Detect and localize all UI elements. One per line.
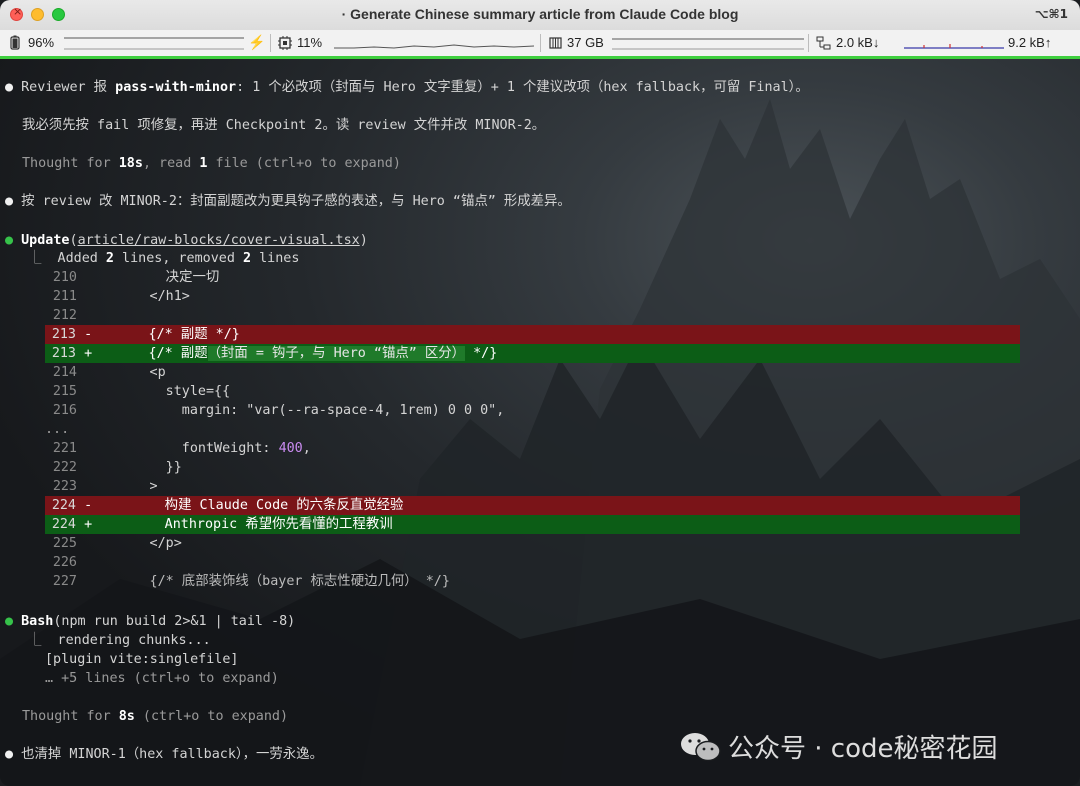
file-path-link[interactable]: article/raw-blocks/cover-visual.tsx <box>78 233 360 248</box>
diff-line-211: 211 </h1> <box>52 289 190 304</box>
update-tool-line[interactable]: ● Update(article/raw-blocks/cover-visual… <box>5 231 368 250</box>
diff-line-222: 222 }} <box>52 460 182 475</box>
window-title: · Generate Chinese summary article from … <box>341 6 739 22</box>
diff-line-212: 212 <box>52 308 77 323</box>
bash-tool-line[interactable]: ● Bash(npm run build 2>&1 | tail -8) <box>5 612 295 631</box>
network-graph <box>904 44 1004 49</box>
diff-summary-line: ⎿ Added 2 lines, removed 2 lines <box>28 251 300 266</box>
final-action-line: ● 也清掉 MINOR-1（hex fallback），一劳永逸。 <box>5 747 323 762</box>
watermark-text: 公众号 · code秘密花园 <box>728 734 998 764</box>
memory-stat: 37 GB <box>549 35 604 50</box>
title-bar: · Generate Chinese summary article from … <box>0 0 1080 31</box>
network-down-value: 2.0 kB↓ <box>836 35 880 50</box>
network-icon <box>816 36 831 49</box>
network-up-value: 9.2 kB↑ <box>1008 35 1052 50</box>
terminal-window: · Generate Chinese summary article from … <box>0 0 1080 786</box>
battery-graph <box>64 37 244 50</box>
cpu-graph <box>334 44 534 49</box>
diff-line-214: 214 <p <box>52 365 166 380</box>
cpu-stat: 11% <box>278 35 322 50</box>
bash-output-line-2: [plugin vite:singlefile] <box>45 652 239 667</box>
thought-line-1[interactable]: Thought for 18s, read 1 file (ctrl+o to … <box>22 154 401 173</box>
network-stat: 2.0 kB↓ <box>816 35 879 50</box>
battery-icon <box>10 35 20 50</box>
plan-line: 我必须先按 fail 项修复，再进 Checkpoint 2。读 review … <box>22 118 546 133</box>
diff-line-213-added: 213 + {/* 副题（封面 = 钩子，与 Hero “锚点” 区分） */} <box>45 344 1020 363</box>
cpu-icon <box>278 35 292 50</box>
memory-icon <box>549 36 562 49</box>
wechat-icon <box>681 732 721 761</box>
memory-graph <box>612 38 804 50</box>
diff-line-223: 223 > <box>52 479 158 494</box>
battery-stat: 96% <box>10 35 54 50</box>
memory-value: 37 GB <box>567 35 604 50</box>
diff-line-227: 227 {/* 底部装饰线（bayer 标志性硬边几何） */} <box>52 574 450 589</box>
diff-line-225: 225 </p> <box>52 536 182 551</box>
charging-icon: ⚡ <box>248 34 266 50</box>
diff-line-215: 215 style={{ <box>52 384 231 399</box>
watermark: 公众号 · code秘密花园 <box>680 728 998 765</box>
bash-output-line-1: ⎿ rendering chunks... <box>28 633 211 648</box>
diff-line-224-added: 224 + Anthropic 希望你先看懂的工程教训 <box>45 515 1020 534</box>
expand-more-lines[interactable]: … +5 lines (ctrl+o to expand) <box>45 669 279 688</box>
window-shortcut: ⌥⌘1 <box>1034 7 1068 21</box>
status-bar: 96% ⚡ 11% 37 GB 2.0 kB↓ 9.2 kB↑ <box>0 30 1080 59</box>
diff-line-224-removed: 224 - 构建 Claude Code 的六条反直觉经验 <box>45 496 1020 515</box>
thought-line-2[interactable]: Thought for 8s (ctrl+o to expand) <box>22 707 288 726</box>
terminal-output[interactable]: ● Reviewer 报 pass-with-minor: 1 个必改项（封面与… <box>0 59 1080 786</box>
diff-ellipsis: ... <box>45 422 70 437</box>
diff-line-210: 210 决定一切 <box>52 270 220 285</box>
reviewer-line: ● Reviewer 报 pass-with-minor: 1 个必改项（封面与… <box>5 80 809 95</box>
diff-line-216: 216 margin: "var(--ra-space-4, 1rem) 0 0… <box>52 403 505 418</box>
diff-line-213-removed: 213 - {/* 副题 */} <box>45 325 1020 344</box>
cpu-value: 11% <box>297 35 323 50</box>
battery-value: 96% <box>28 35 55 50</box>
action-line: ● 按 review 改 MINOR-2：封面副题改为更具钩子感的表述，与 He… <box>5 194 571 209</box>
diff-line-226: 226 <box>52 555 77 570</box>
diff-line-221: 221 fontWeight: 400, <box>52 441 311 456</box>
